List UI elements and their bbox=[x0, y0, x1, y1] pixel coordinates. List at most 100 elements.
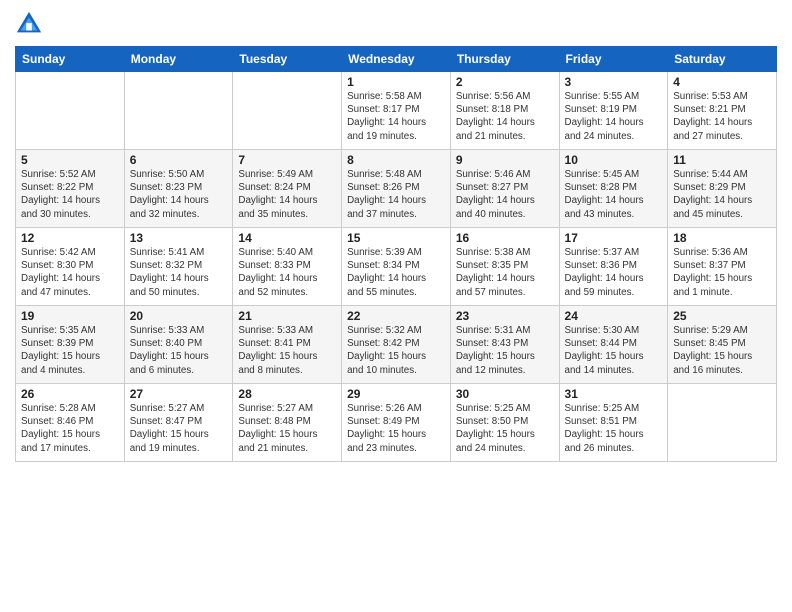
cell-info: Sunrise: 5:25 AMSunset: 8:50 PMDaylight:… bbox=[456, 402, 554, 455]
cell-date: 3 bbox=[565, 75, 663, 89]
page: SundayMondayTuesdayWednesdayThursdayFrid… bbox=[0, 0, 792, 612]
calendar-cell: 7 Sunrise: 5:49 AMSunset: 8:24 PMDayligh… bbox=[233, 150, 342, 228]
cell-date: 4 bbox=[673, 75, 771, 89]
cell-info: Sunrise: 5:48 AMSunset: 8:26 PMDaylight:… bbox=[347, 168, 445, 221]
cell-info: Sunrise: 5:29 AMSunset: 8:45 PMDaylight:… bbox=[673, 324, 771, 377]
calendar-cell bbox=[124, 72, 233, 150]
cell-info: Sunrise: 5:28 AMSunset: 8:46 PMDaylight:… bbox=[21, 402, 119, 455]
cell-date: 17 bbox=[565, 231, 663, 245]
calendar-cell bbox=[668, 384, 777, 462]
calendar-cell: 29 Sunrise: 5:26 AMSunset: 8:49 PMDaylig… bbox=[342, 384, 451, 462]
cell-date: 5 bbox=[21, 153, 119, 167]
cell-date: 30 bbox=[456, 387, 554, 401]
cell-info: Sunrise: 5:37 AMSunset: 8:36 PMDaylight:… bbox=[565, 246, 663, 299]
calendar-cell bbox=[16, 72, 125, 150]
cell-info: Sunrise: 5:30 AMSunset: 8:44 PMDaylight:… bbox=[565, 324, 663, 377]
day-header-wednesday: Wednesday bbox=[342, 47, 451, 72]
cell-info: Sunrise: 5:38 AMSunset: 8:35 PMDaylight:… bbox=[456, 246, 554, 299]
cell-date: 29 bbox=[347, 387, 445, 401]
calendar-cell: 18 Sunrise: 5:36 AMSunset: 8:37 PMDaylig… bbox=[668, 228, 777, 306]
calendar-cell: 28 Sunrise: 5:27 AMSunset: 8:48 PMDaylig… bbox=[233, 384, 342, 462]
cell-info: Sunrise: 5:41 AMSunset: 8:32 PMDaylight:… bbox=[130, 246, 228, 299]
cell-info: Sunrise: 5:55 AMSunset: 8:19 PMDaylight:… bbox=[565, 90, 663, 143]
calendar-cell: 25 Sunrise: 5:29 AMSunset: 8:45 PMDaylig… bbox=[668, 306, 777, 384]
day-header-saturday: Saturday bbox=[668, 47, 777, 72]
day-header-thursday: Thursday bbox=[450, 47, 559, 72]
calendar-cell: 22 Sunrise: 5:32 AMSunset: 8:42 PMDaylig… bbox=[342, 306, 451, 384]
day-header-monday: Monday bbox=[124, 47, 233, 72]
calendar-week-4: 19 Sunrise: 5:35 AMSunset: 8:39 PMDaylig… bbox=[16, 306, 777, 384]
cell-info: Sunrise: 5:44 AMSunset: 8:29 PMDaylight:… bbox=[673, 168, 771, 221]
calendar-cell: 23 Sunrise: 5:31 AMSunset: 8:43 PMDaylig… bbox=[450, 306, 559, 384]
cell-info: Sunrise: 5:27 AMSunset: 8:47 PMDaylight:… bbox=[130, 402, 228, 455]
calendar-cell: 11 Sunrise: 5:44 AMSunset: 8:29 PMDaylig… bbox=[668, 150, 777, 228]
cell-info: Sunrise: 5:27 AMSunset: 8:48 PMDaylight:… bbox=[238, 402, 336, 455]
calendar-cell: 27 Sunrise: 5:27 AMSunset: 8:47 PMDaylig… bbox=[124, 384, 233, 462]
calendar-cell: 16 Sunrise: 5:38 AMSunset: 8:35 PMDaylig… bbox=[450, 228, 559, 306]
calendar-cell bbox=[233, 72, 342, 150]
cell-info: Sunrise: 5:40 AMSunset: 8:33 PMDaylight:… bbox=[238, 246, 336, 299]
cell-date: 24 bbox=[565, 309, 663, 323]
cell-info: Sunrise: 5:50 AMSunset: 8:23 PMDaylight:… bbox=[130, 168, 228, 221]
logo-icon bbox=[15, 10, 43, 38]
calendar-cell: 14 Sunrise: 5:40 AMSunset: 8:33 PMDaylig… bbox=[233, 228, 342, 306]
cell-date: 21 bbox=[238, 309, 336, 323]
calendar-header-row: SundayMondayTuesdayWednesdayThursdayFrid… bbox=[16, 47, 777, 72]
cell-info: Sunrise: 5:35 AMSunset: 8:39 PMDaylight:… bbox=[21, 324, 119, 377]
cell-date: 27 bbox=[130, 387, 228, 401]
calendar-week-3: 12 Sunrise: 5:42 AMSunset: 8:30 PMDaylig… bbox=[16, 228, 777, 306]
calendar-cell: 24 Sunrise: 5:30 AMSunset: 8:44 PMDaylig… bbox=[559, 306, 668, 384]
cell-date: 26 bbox=[21, 387, 119, 401]
cell-date: 12 bbox=[21, 231, 119, 245]
day-header-tuesday: Tuesday bbox=[233, 47, 342, 72]
calendar-cell: 17 Sunrise: 5:37 AMSunset: 8:36 PMDaylig… bbox=[559, 228, 668, 306]
cell-date: 7 bbox=[238, 153, 336, 167]
calendar-cell: 3 Sunrise: 5:55 AMSunset: 8:19 PMDayligh… bbox=[559, 72, 668, 150]
calendar-week-5: 26 Sunrise: 5:28 AMSunset: 8:46 PMDaylig… bbox=[16, 384, 777, 462]
calendar-cell: 2 Sunrise: 5:56 AMSunset: 8:18 PMDayligh… bbox=[450, 72, 559, 150]
header bbox=[15, 10, 777, 38]
logo bbox=[15, 10, 45, 38]
calendar: SundayMondayTuesdayWednesdayThursdayFrid… bbox=[15, 46, 777, 462]
calendar-cell: 31 Sunrise: 5:25 AMSunset: 8:51 PMDaylig… bbox=[559, 384, 668, 462]
calendar-cell: 1 Sunrise: 5:58 AMSunset: 8:17 PMDayligh… bbox=[342, 72, 451, 150]
cell-date: 14 bbox=[238, 231, 336, 245]
calendar-cell: 6 Sunrise: 5:50 AMSunset: 8:23 PMDayligh… bbox=[124, 150, 233, 228]
cell-date: 18 bbox=[673, 231, 771, 245]
cell-date: 9 bbox=[456, 153, 554, 167]
cell-info: Sunrise: 5:46 AMSunset: 8:27 PMDaylight:… bbox=[456, 168, 554, 221]
calendar-cell: 26 Sunrise: 5:28 AMSunset: 8:46 PMDaylig… bbox=[16, 384, 125, 462]
cell-info: Sunrise: 5:39 AMSunset: 8:34 PMDaylight:… bbox=[347, 246, 445, 299]
calendar-cell: 4 Sunrise: 5:53 AMSunset: 8:21 PMDayligh… bbox=[668, 72, 777, 150]
cell-date: 25 bbox=[673, 309, 771, 323]
cell-date: 2 bbox=[456, 75, 554, 89]
cell-date: 13 bbox=[130, 231, 228, 245]
calendar-cell: 5 Sunrise: 5:52 AMSunset: 8:22 PMDayligh… bbox=[16, 150, 125, 228]
cell-info: Sunrise: 5:32 AMSunset: 8:42 PMDaylight:… bbox=[347, 324, 445, 377]
cell-date: 10 bbox=[565, 153, 663, 167]
calendar-cell: 9 Sunrise: 5:46 AMSunset: 8:27 PMDayligh… bbox=[450, 150, 559, 228]
day-header-sunday: Sunday bbox=[16, 47, 125, 72]
calendar-cell: 10 Sunrise: 5:45 AMSunset: 8:28 PMDaylig… bbox=[559, 150, 668, 228]
cell-date: 8 bbox=[347, 153, 445, 167]
cell-info: Sunrise: 5:42 AMSunset: 8:30 PMDaylight:… bbox=[21, 246, 119, 299]
cell-info: Sunrise: 5:25 AMSunset: 8:51 PMDaylight:… bbox=[565, 402, 663, 455]
cell-date: 16 bbox=[456, 231, 554, 245]
calendar-week-1: 1 Sunrise: 5:58 AMSunset: 8:17 PMDayligh… bbox=[16, 72, 777, 150]
cell-info: Sunrise: 5:26 AMSunset: 8:49 PMDaylight:… bbox=[347, 402, 445, 455]
cell-date: 31 bbox=[565, 387, 663, 401]
cell-info: Sunrise: 5:36 AMSunset: 8:37 PMDaylight:… bbox=[673, 246, 771, 299]
day-header-friday: Friday bbox=[559, 47, 668, 72]
cell-date: 11 bbox=[673, 153, 771, 167]
cell-info: Sunrise: 5:49 AMSunset: 8:24 PMDaylight:… bbox=[238, 168, 336, 221]
cell-info: Sunrise: 5:53 AMSunset: 8:21 PMDaylight:… bbox=[673, 90, 771, 143]
calendar-cell: 12 Sunrise: 5:42 AMSunset: 8:30 PMDaylig… bbox=[16, 228, 125, 306]
calendar-cell: 20 Sunrise: 5:33 AMSunset: 8:40 PMDaylig… bbox=[124, 306, 233, 384]
calendar-cell: 21 Sunrise: 5:33 AMSunset: 8:41 PMDaylig… bbox=[233, 306, 342, 384]
cell-date: 28 bbox=[238, 387, 336, 401]
cell-info: Sunrise: 5:33 AMSunset: 8:40 PMDaylight:… bbox=[130, 324, 228, 377]
cell-date: 1 bbox=[347, 75, 445, 89]
cell-info: Sunrise: 5:45 AMSunset: 8:28 PMDaylight:… bbox=[565, 168, 663, 221]
cell-date: 20 bbox=[130, 309, 228, 323]
calendar-week-2: 5 Sunrise: 5:52 AMSunset: 8:22 PMDayligh… bbox=[16, 150, 777, 228]
